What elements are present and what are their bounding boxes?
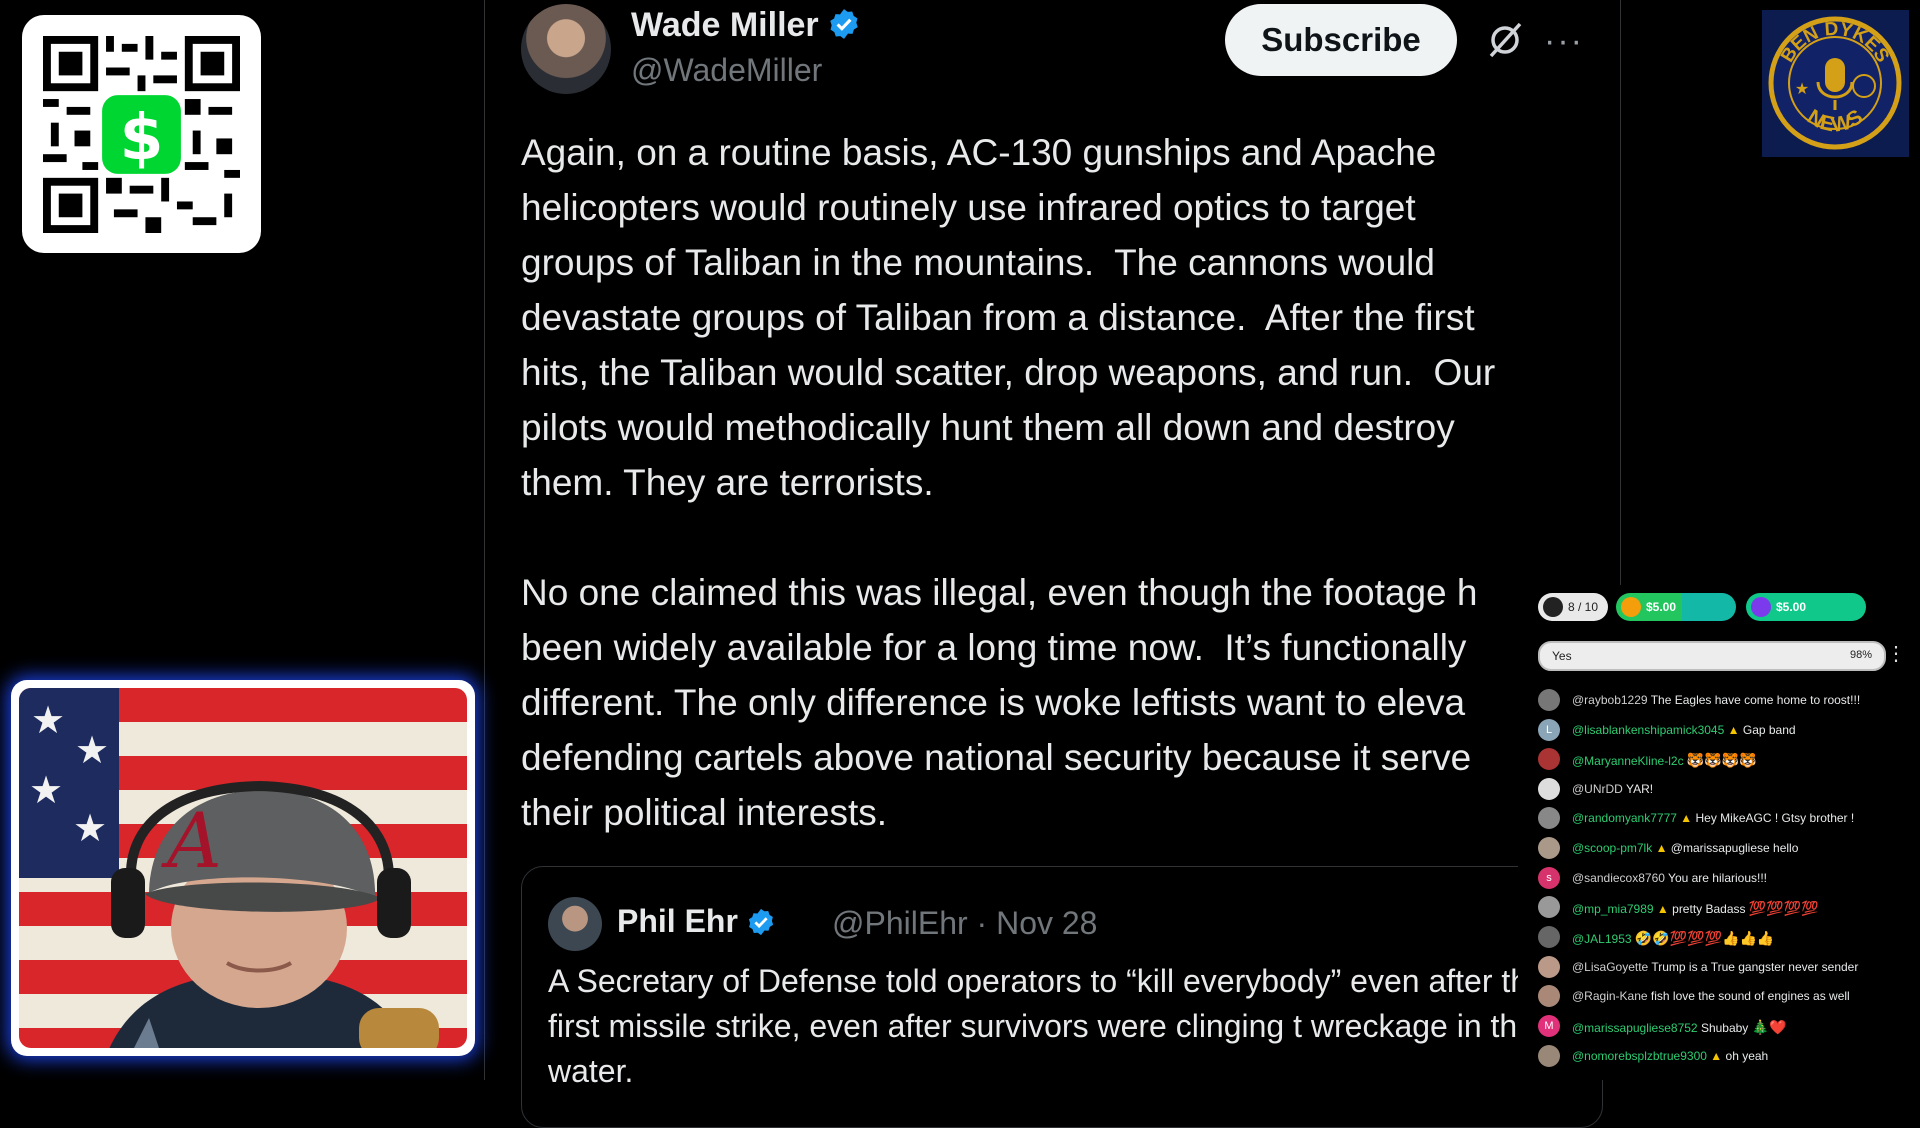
avatar [1538,778,1560,800]
svg-text:★: ★ [1795,81,1809,98]
chat-username[interactable]: @Ragin-Kane [1572,989,1648,1003]
poll-menu-icon[interactable]: ⋮ [1886,641,1906,666]
subscribe-button[interactable]: Subscribe [1225,4,1457,76]
chat-username[interactable]: @randomyank7777 [1572,811,1677,825]
avatar [1538,748,1560,770]
chat-username[interactable]: @raybob1229 [1572,693,1648,707]
avatar [1538,837,1560,859]
more-options-icon[interactable]: ··· [1544,22,1584,61]
chat-username[interactable]: @scoop-pm7lk [1572,841,1652,855]
member-badge-icon: ▲ [1680,811,1693,825]
custom-emoji-icon: 🐯🐯🐯🐯 [1686,752,1757,768]
chat-text: Trump is a True gangster never sender [1651,960,1859,974]
quoted-tweet[interactable]: Phil Ehr @PhilEhr · Nov 28 A Secretary o… [521,866,1603,1128]
member-badge-icon: ▲ [1727,723,1740,737]
chat-text: Shubaby [1700,1021,1749,1035]
goal-label: 8 / 10 [1568,600,1599,614]
svg-text:$: $ [120,100,164,174]
cap-logo: A [167,796,222,885]
hundred-emoji-icon: 💯💯💯💯 [1748,900,1819,916]
chat-text: YAR! [1625,782,1654,796]
reaction-emoji-icon: 🤣🤣💯💯💯👍👍👍 [1634,930,1775,946]
poll-result[interactable]: Yes 98% [1538,641,1886,671]
author-handle[interactable]: @WadeMiller [631,52,822,89]
donation-amount: $5.00 [1776,600,1807,614]
quoted-author-name-row[interactable]: Phil Ehr [617,903,776,940]
chat-text: oh yeah [1725,1049,1769,1063]
goal-icon [1543,597,1563,617]
goal-pill[interactable]: 8 / 10 [1538,593,1608,621]
quoted-author-avatar[interactable] [548,897,602,951]
chat-username[interactable]: @LisaGoyette [1572,960,1648,974]
avatar [1538,689,1560,711]
author-name-row[interactable]: Wade Miller [631,6,861,45]
chat-username[interactable]: @JAL1953 [1572,932,1632,946]
star-icon: ★ [29,770,64,812]
donor-avatar [1621,597,1641,617]
author-name[interactable]: Wade Miller [631,6,819,44]
quoted-handle-date[interactable]: @PhilEhr · Nov 28 [832,905,1097,942]
avatar: L [1538,719,1560,741]
chat-text: You are hilarious!!! [1668,871,1767,885]
donation-amount: $5.00 [1646,600,1677,614]
avatar: M [1538,1015,1560,1037]
chat-username[interactable]: @marissapugliese8752 [1572,1021,1698,1035]
chat-username[interactable]: @mp_mia7989 [1572,902,1654,916]
poll-option: Yes [1552,649,1572,663]
chat-text: Hey MikeAGC ! Gtsy brother ! [1695,811,1855,825]
quoted-tweet-text: A Secretary of Defense told operators to… [548,963,1546,1089]
verified-badge-icon [748,908,774,936]
grok-icon[interactable] [1485,20,1525,60]
avatar [1538,985,1560,1007]
star-icon: ★ [31,700,66,742]
donation-ticker-1[interactable]: $5.00 [1616,593,1736,621]
chat-username[interactable]: @MaryanneKline-l2c [1572,754,1684,768]
webcam-video: ★ ★ ★ ★ A [19,688,467,1048]
chat-username[interactable]: @nomorebsplzbtrue9300 [1572,1049,1707,1063]
chat-username[interactable]: @lisablankenshipamick3045 [1572,723,1724,737]
chat-text: pretty Badass [1672,902,1746,916]
cashapp-qr-code: $ [22,15,261,253]
tweet-panel: Wade Miller @WadeMiller Subscribe ··· Ag… [484,0,1621,1128]
tweet-paragraph-2: No one claimed this was illegal, even th… [521,572,1478,833]
webcam-feed: ★ ★ ★ ★ A [11,680,475,1056]
chat-text: @marissapugliese hello [1670,841,1799,855]
avatar [1538,896,1560,918]
tree-heart-emoji-icon: 🎄❤️ [1751,1019,1787,1035]
streamer-silhouette [109,780,439,1048]
avatar: s [1538,867,1560,889]
donor-avatar [1751,597,1771,617]
chat-text: The Eagles have come home to roost!!! [1650,693,1861,707]
member-badge-icon: ▲ [1656,902,1669,916]
avatar [1538,926,1560,948]
member-badge-icon: ▲ [1655,841,1668,855]
author-avatar[interactable] [521,4,611,94]
chat-text: fish love the sound of engines as well [1650,989,1850,1003]
chat-username[interactable]: @sandiecox8760 [1572,871,1665,885]
avatar [1538,956,1560,978]
tweet-paragraph-1: Again, on a routine basis, AC-130 gunshi… [521,132,1496,503]
chat-text: Gap band [1742,723,1796,737]
channel-logo: ★ BEN DYKES NEWS [1762,10,1909,157]
avatar [1538,1045,1560,1067]
microphone-globe-icon: ★ BEN DYKES NEWS [1768,16,1902,150]
poll-percent: 98% [1849,649,1872,661]
avatar [1538,807,1560,829]
chat-username[interactable]: @UNrDD [1572,782,1623,796]
verified-badge-icon [829,9,858,39]
donation-ticker-2[interactable]: $5.00 [1746,593,1866,621]
quoted-author-name[interactable]: Phil Ehr [617,903,738,939]
member-badge-icon: ▲ [1710,1049,1723,1063]
qr-icon: $ [43,36,240,233]
live-chat: 8 / 10 $5.00 $5.00 Yes 98% ⋮ @raybob1229… [1518,585,1920,1080]
